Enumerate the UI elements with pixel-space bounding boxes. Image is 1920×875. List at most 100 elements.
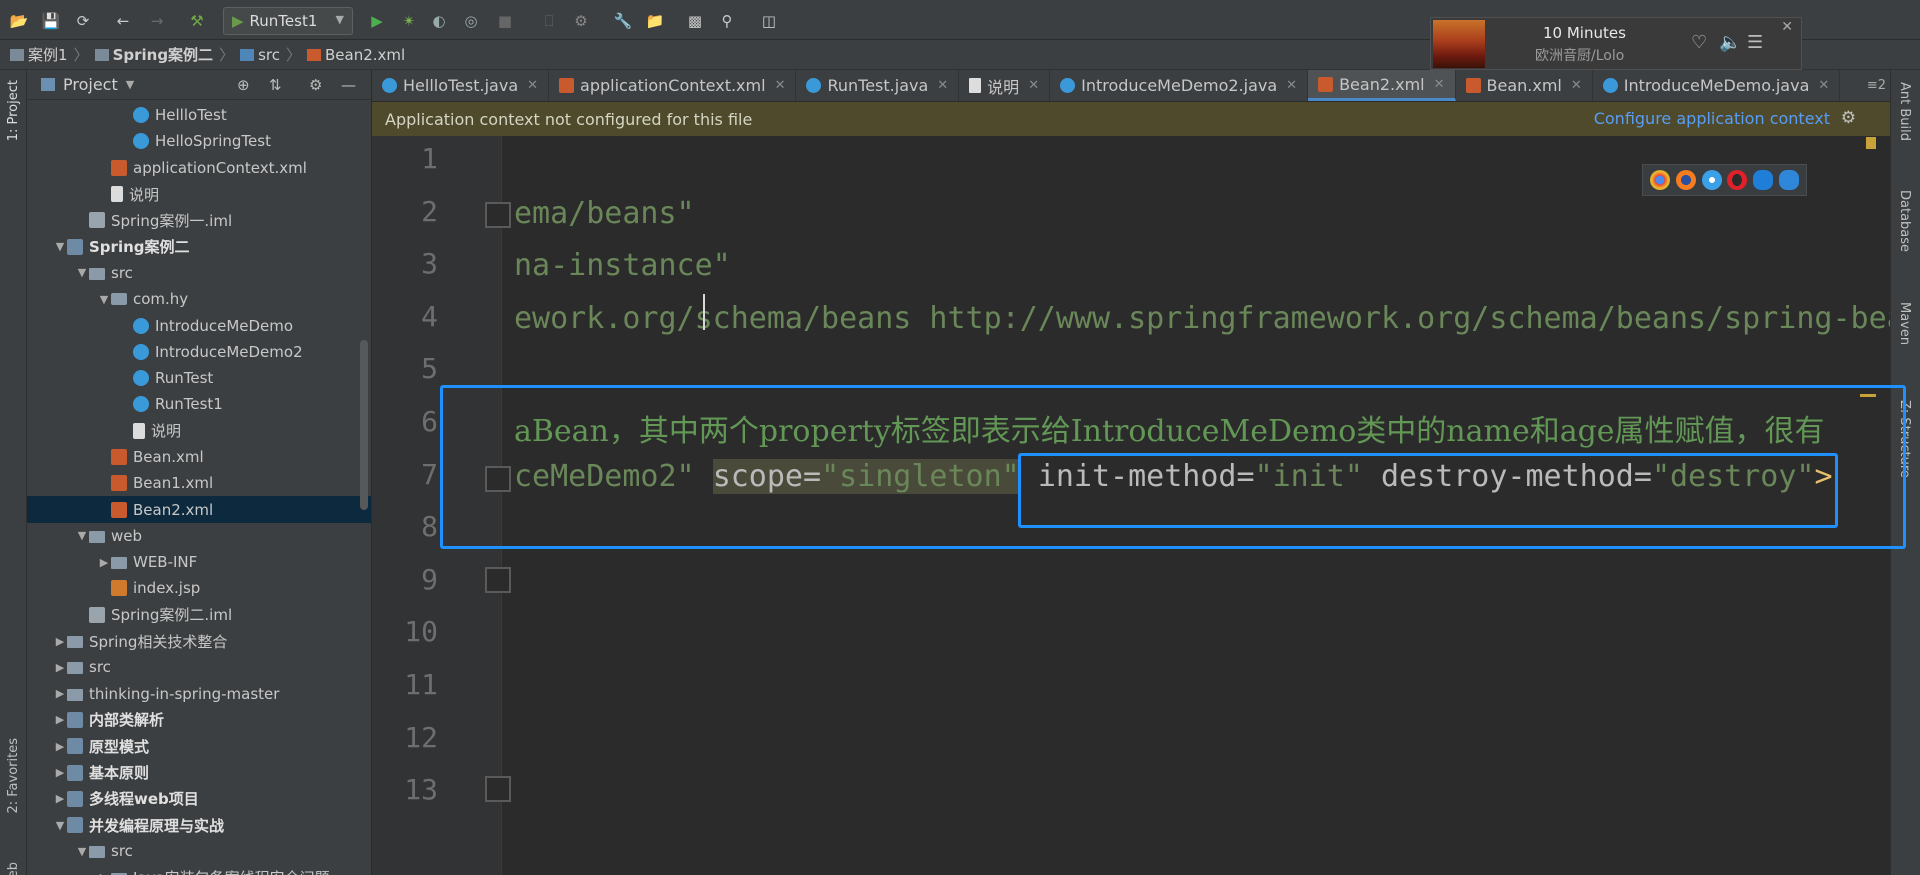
close-icon[interactable]: ✕ (1818, 78, 1829, 93)
coverage-icon[interactable]: ◐ (428, 10, 450, 32)
breadcrumb-item-src[interactable]: src 〉 (240, 44, 307, 65)
editor-tab[interactable]: RunTest.java ✕ (796, 70, 960, 101)
chevron-down-icon[interactable]: ▼ (75, 529, 89, 542)
editor-tab[interactable]: HellloTest.java ✕ (372, 70, 550, 101)
close-icon[interactable]: ✕ (1781, 19, 1793, 35)
chevron-right-icon[interactable]: ▶ (53, 792, 67, 805)
run-icon[interactable]: ▶ (366, 10, 388, 32)
close-icon[interactable]: ✕ (1571, 78, 1582, 93)
project-tree-scrollbar[interactable] (360, 340, 368, 510)
chevron-down-icon[interactable]: ▼ (53, 819, 67, 832)
fold-marker-icon[interactable] (485, 202, 511, 228)
ie-icon[interactable] (1753, 170, 1774, 190)
tree-item[interactable]: IntroduceMeDemo2 (27, 339, 371, 365)
tree-item[interactable]: Bean2.xml (27, 496, 371, 523)
chevron-right-icon[interactable]: ▶ (53, 766, 67, 779)
tabs-overflow-icon[interactable]: ≡2 (1867, 78, 1886, 93)
tree-item[interactable]: RunTest1 (27, 391, 371, 417)
chevron-right-icon[interactable]: ▶ (53, 661, 67, 674)
attach-icon[interactable]: ⎕ (538, 10, 560, 32)
profile-icon[interactable]: ◎ (460, 10, 482, 32)
chevron-down-icon[interactable]: ▼ (53, 240, 67, 253)
tree-item[interactable]: ▶ 原型模式 (27, 733, 371, 759)
tree-item[interactable]: Bean.xml (27, 444, 371, 470)
tree-item[interactable]: HelloSpringTest (27, 128, 371, 154)
close-icon[interactable]: ✕ (527, 78, 538, 93)
tree-item[interactable]: ▶ thinking-in-spring-master (27, 681, 371, 707)
maven-tool-tab[interactable]: Maven (1897, 302, 1912, 345)
tree-item[interactable]: 说明 (27, 181, 371, 207)
locate-icon[interactable]: ⊕ (237, 76, 250, 94)
close-icon[interactable]: ✕ (1434, 77, 1445, 92)
tree-item[interactable]: ▼ src (27, 838, 371, 864)
collapse-all-icon[interactable]: ⇅ (269, 76, 282, 94)
editor-tab[interactable]: IntroduceMeDemo.java ✕ (1593, 70, 1841, 101)
safari-icon[interactable] (1701, 170, 1722, 190)
chevron-right-icon[interactable]: ▶ (53, 740, 67, 753)
gear-icon[interactable]: ⚙ (1841, 108, 1856, 128)
tree-item[interactable]: index.jsp (27, 575, 371, 601)
database-tool-tab[interactable]: Database (1897, 190, 1912, 252)
tree-item[interactable]: ▶ Java安装包备案线程安全问题 (27, 865, 371, 875)
tree-item[interactable]: RunTest (27, 365, 371, 391)
editor-tab[interactable]: IntroduceMeDemo2.java ✕ (1050, 70, 1309, 101)
tree-item[interactable]: ▶ 基本原则 (27, 759, 371, 785)
close-icon[interactable]: ✕ (1286, 78, 1297, 93)
chevron-down-icon[interactable]: ▼ (126, 78, 134, 91)
settings-wrench-icon[interactable]: 🔧 (612, 10, 634, 32)
tree-item[interactable]: IntroduceMeDemo (27, 312, 371, 338)
tree-item[interactable]: ▼ 并发编程原理与实战 (27, 812, 371, 838)
project-tool-tab[interactable]: 1: Project (6, 80, 21, 141)
presentation-icon[interactable]: ◫ (758, 10, 780, 32)
chevron-down-icon[interactable]: ▼ (75, 266, 89, 279)
configure-context-link[interactable]: Configure application context (1594, 109, 1830, 128)
breadcrumb-item-module[interactable]: Spring案例二〉 (94, 44, 241, 65)
tree-item[interactable]: ▼ com.hy (27, 286, 371, 312)
chevron-down-icon[interactable]: ▼ (97, 293, 111, 306)
open-folder-icon[interactable]: 📂 (8, 10, 30, 32)
sync-icon[interactable]: ⟳ (72, 10, 94, 32)
web-tool-tab[interactable]: Web (6, 862, 21, 875)
tree-item[interactable]: ▶ src (27, 654, 371, 680)
favorites-tool-tab[interactable]: 2: Favorites (6, 738, 21, 814)
editor-tab[interactable]: 说明 ✕ (959, 70, 1051, 101)
forward-icon[interactable]: → (146, 10, 168, 32)
project-panel-title[interactable]: Project (63, 75, 118, 94)
chrome-icon[interactable] (1649, 170, 1670, 190)
ant-build-tool-tab[interactable]: Ant Build (1897, 82, 1912, 141)
breadcrumb-item-project[interactable]: 案例1 〉 (10, 44, 95, 65)
editor-tab[interactable]: Bean.xml ✕ (1456, 70, 1593, 101)
playlist-icon[interactable]: ☰ (1747, 32, 1763, 53)
tree-item[interactable]: ▶ 内部类解析 (27, 707, 371, 733)
gear-icon[interactable]: ⚙ (309, 76, 322, 94)
tree-item[interactable]: ▶ 多线程web项目 (27, 786, 371, 812)
tree-item[interactable]: ▶ Spring相关技术整合 (27, 628, 371, 654)
editor-tab[interactable]: Bean2.xml ✕ (1308, 70, 1456, 101)
tree-item[interactable]: ▶ WEB-INF (27, 549, 371, 575)
tree-item[interactable]: Spring案例一.iml (27, 207, 371, 233)
heart-icon[interactable]: ♡ (1691, 32, 1707, 53)
terminal-icon[interactable]: ▩ (684, 10, 706, 32)
opera-icon[interactable] (1727, 170, 1748, 190)
save-icon[interactable]: 💾 (40, 10, 62, 32)
chevron-down-icon[interactable]: ▼ (75, 845, 89, 858)
fold-marker-icon[interactable] (485, 776, 511, 802)
debug-icon[interactable]: ✴ (398, 10, 420, 32)
tree-item[interactable]: Spring案例二.iml (27, 602, 371, 628)
tree-item[interactable]: ▼ Spring案例二 (27, 233, 371, 259)
firefox-icon[interactable] (1675, 170, 1696, 190)
tree-item[interactable]: HellloTest (27, 102, 371, 128)
back-icon[interactable]: ← (112, 10, 134, 32)
tree-item[interactable]: ▼ web (27, 523, 371, 549)
tree-item[interactable]: ▼ src (27, 260, 371, 286)
chevron-right-icon[interactable]: ▶ (53, 635, 67, 648)
chevron-right-icon[interactable]: ▶ (97, 871, 111, 875)
run-configuration-select[interactable]: ▶ RunTest1 ▼ (223, 7, 353, 35)
tree-item[interactable]: applicationContext.xml (27, 155, 371, 181)
close-icon[interactable]: ✕ (1028, 78, 1039, 93)
close-icon[interactable]: ✕ (937, 78, 948, 93)
editor-tab[interactable]: applicationContext.xml ✕ (549, 70, 797, 101)
tree-item[interactable]: Bean1.xml (27, 470, 371, 496)
chevron-right-icon[interactable]: ▶ (53, 713, 67, 726)
close-icon[interactable]: ✕ (775, 78, 786, 93)
